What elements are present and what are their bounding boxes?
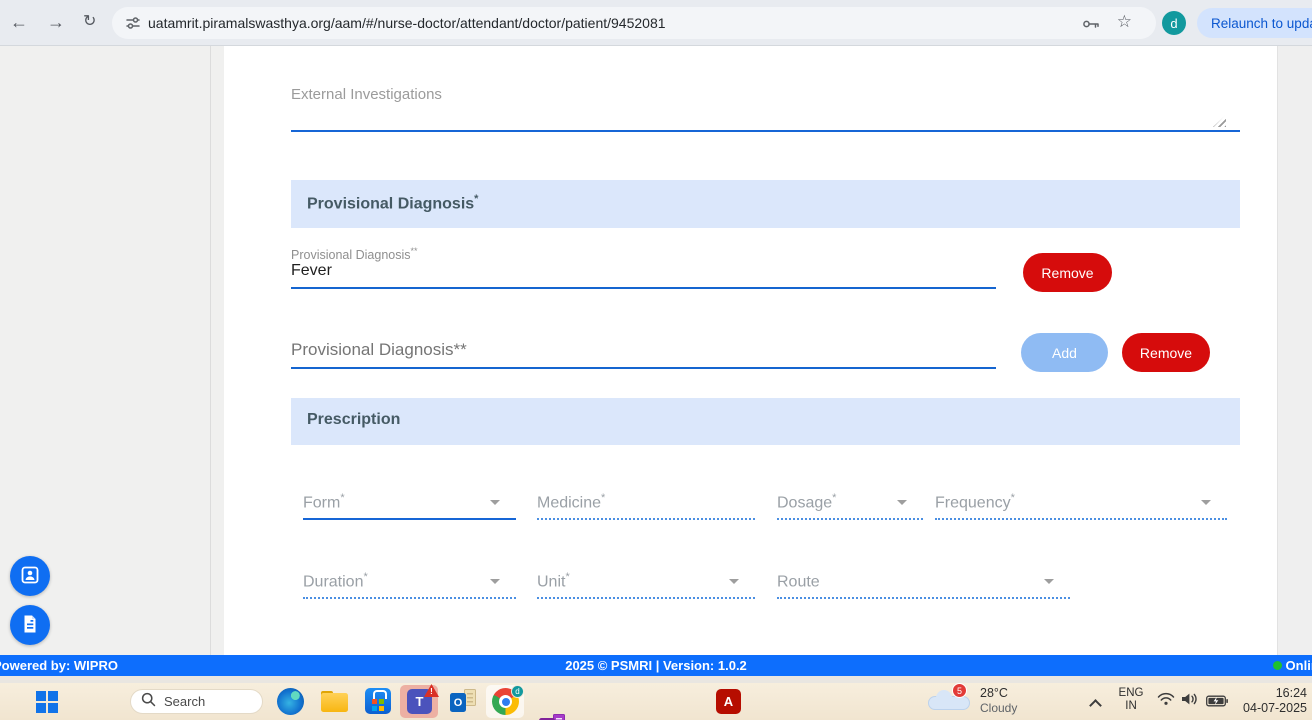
microsoft-store-icon[interactable] — [365, 688, 391, 714]
clock-date: 04-07-2025 — [1243, 701, 1307, 716]
frequency-select[interactable]: Frequency* — [935, 487, 1227, 520]
outlook-icon[interactable]: O — [450, 688, 477, 713]
chevron-down-icon — [490, 500, 500, 505]
cloud-icon — [928, 696, 970, 710]
diagnosis-1-underline — [291, 287, 996, 289]
profile-avatar[interactable]: d — [1162, 11, 1186, 35]
browser-toolbar: ← → ↻ uatamrit.piramalswasthya.org/aam/#… — [0, 0, 1312, 46]
chevron-down-icon — [729, 579, 739, 584]
section-title: Provisional Diagnosis* — [307, 193, 478, 213]
remove-diagnosis-1-button[interactable]: Remove — [1023, 253, 1112, 292]
diagnosis-2-underline — [291, 367, 996, 369]
site-info-icon[interactable] — [125, 15, 141, 36]
diagnosis-1-label: Provisional Diagnosis** — [291, 246, 418, 262]
panel-divider — [210, 46, 211, 655]
chevron-down-icon — [897, 500, 907, 505]
back-icon[interactable]: ← — [10, 12, 28, 32]
weather-temp: 28°C — [980, 686, 1008, 700]
taskbar-search[interactable]: Search — [130, 689, 263, 714]
reload-icon[interactable]: ↻ — [83, 12, 96, 32]
patient-profile-fab-button[interactable] — [10, 556, 50, 596]
route-select[interactable]: Route — [777, 566, 1070, 599]
search-icon — [141, 692, 156, 712]
dosage-select[interactable]: Dosage* — [777, 487, 923, 520]
forward-icon[interactable]: → — [47, 12, 65, 32]
url-text[interactable]: uatamrit.piramalswasthya.org/aam/#/nurse… — [148, 15, 1088, 31]
weather-condition: Cloudy — [980, 701, 1017, 715]
copyright-version-text: 2025 © PSMRI | Version: 1.0.2 — [565, 655, 747, 676]
case-record-fab-button[interactable] — [10, 605, 50, 645]
battery-charging-icon[interactable] — [1206, 694, 1228, 712]
file-explorer-icon[interactable] — [321, 688, 348, 712]
add-diagnosis-button[interactable]: Add — [1021, 333, 1108, 372]
start-button-windows-icon[interactable] — [36, 691, 58, 713]
chevron-down-icon — [1201, 500, 1211, 505]
language-indicator[interactable]: ENG IN — [1118, 687, 1144, 713]
scrollbar-track[interactable] — [1277, 46, 1312, 655]
notification-badge: 5 — [952, 683, 967, 698]
onenote-icon[interactable]: N — [539, 713, 566, 720]
online-dot-icon — [1273, 661, 1282, 670]
unit-select[interactable]: Unit* — [537, 566, 755, 599]
document-icon — [21, 614, 39, 637]
url-bar[interactable]: uatamrit.piramalswasthya.org/aam/#/nurse… — [112, 7, 1156, 39]
app-footer: Powered by: WIPRO 2025 © PSMRI | Version… — [0, 655, 1312, 676]
section-title: Prescription — [307, 411, 400, 429]
window-edge — [0, 676, 1312, 683]
prescription-section-header: Prescription — [291, 398, 1240, 445]
acrobat-icon[interactable]: A — [716, 689, 741, 714]
provisional-diagnosis-section-header: Provisional Diagnosis* — [291, 180, 1240, 228]
screen: ← → ↻ uatamrit.piramalswasthya.org/aam/#… — [0, 0, 1312, 720]
chevron-down-icon — [1044, 579, 1054, 584]
chevron-down-icon — [490, 579, 500, 584]
windows-taskbar: Search — [0, 683, 1312, 720]
bookmark-star-icon[interactable]: ☆ — [1117, 12, 1132, 32]
powered-by-text: Powered by: WIPRO — [0, 655, 118, 676]
medicine-input[interactable]: Medicine* — [537, 487, 755, 520]
wifi-icon[interactable] — [1157, 692, 1175, 711]
textarea-resize-handle[interactable] — [1213, 115, 1226, 127]
remove-diagnosis-2-button[interactable]: Remove — [1122, 333, 1210, 372]
external-investigations-textarea[interactable] — [291, 90, 1240, 132]
diagnosis-2-input[interactable] — [291, 333, 996, 367]
search-placeholder-text: Search — [164, 694, 205, 709]
weather-widget[interactable]: 5 28°C Cloudy — [924, 684, 1020, 718]
person-card-icon — [20, 565, 40, 588]
diagnosis-1-value[interactable]: Fever — [291, 262, 332, 280]
page-content: External Investigations Provisional Diag… — [0, 46, 1312, 655]
relaunch-to-update-button[interactable]: Relaunch to update — [1197, 8, 1312, 38]
duration-select[interactable]: Duration* — [303, 566, 516, 599]
speaker-icon[interactable] — [1181, 692, 1199, 711]
form-select[interactable]: Form* — [303, 487, 516, 520]
password-key-icon[interactable] — [1082, 17, 1100, 35]
edge-icon[interactable] — [277, 688, 304, 715]
clock-widget[interactable]: 16:24 04-07-2025 — [1243, 686, 1307, 716]
chrome-profile-badge: d — [511, 685, 524, 698]
clock-time: 16:24 — [1243, 686, 1307, 701]
online-status: Online — [1273, 655, 1312, 676]
